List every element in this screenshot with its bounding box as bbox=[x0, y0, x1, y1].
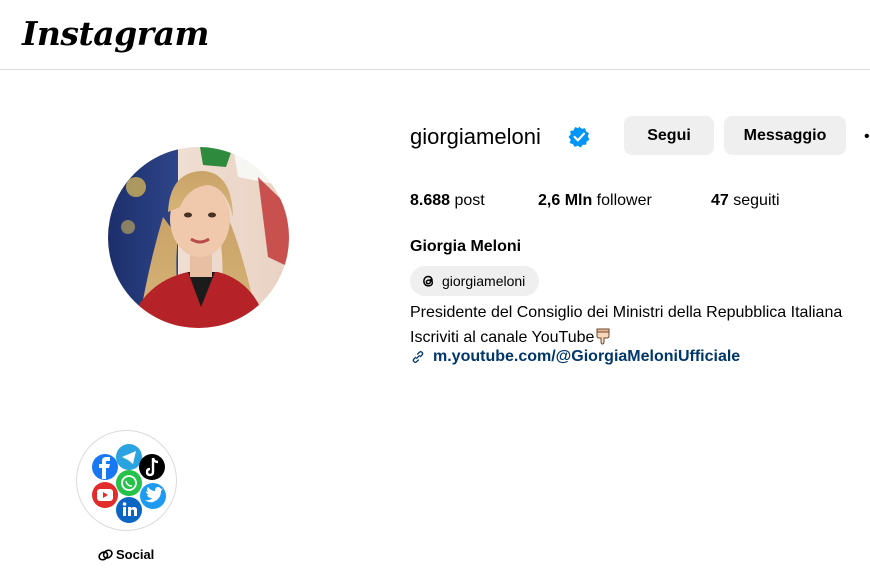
following-count[interactable]: 47 seguiti bbox=[711, 192, 780, 210]
following-count-label: seguiti bbox=[728, 192, 780, 209]
tiktok-icon bbox=[139, 454, 165, 480]
instagram-logo[interactable]: Instagram bbox=[22, 14, 209, 53]
following-count-value: 47 bbox=[711, 192, 729, 209]
highlight-label[interactable]: Social bbox=[98, 547, 154, 562]
highlight-label-text: Social bbox=[116, 547, 155, 562]
bio-line: Iscriviti al canale YouTube bbox=[410, 327, 611, 347]
more-options-icon[interactable]: • bbox=[864, 128, 870, 146]
link-icon bbox=[412, 351, 424, 363]
profile-link[interactable]: m.youtube.com/@GiorgiaMeloniUfficiale bbox=[410, 348, 740, 366]
facebook-icon bbox=[92, 454, 118, 480]
story-highlight-social[interactable] bbox=[76, 430, 177, 531]
youtube-icon bbox=[92, 482, 118, 508]
followers-count[interactable]: 2,6 Mln follower bbox=[538, 192, 652, 210]
telegram-icon bbox=[116, 444, 142, 470]
posts-count: 8.688 post bbox=[410, 192, 485, 210]
profile-link-text[interactable]: m.youtube.com/@GiorgiaMeloniUfficiale bbox=[433, 348, 740, 366]
threads-handle: giorgiameloni bbox=[442, 273, 526, 289]
bio-line: Presidente del Consiglio dei Ministri de… bbox=[410, 304, 843, 321]
whatsapp-icon bbox=[116, 470, 142, 496]
bio-line-text: Iscriviti al canale YouTube bbox=[410, 329, 595, 346]
chain-link-icon bbox=[98, 548, 113, 561]
threads-badge[interactable]: giorgiameloni bbox=[410, 266, 539, 296]
social-icons-cluster bbox=[92, 444, 166, 523]
profile-full-name: Giorgia Meloni bbox=[410, 238, 522, 255]
threads-icon bbox=[423, 275, 434, 287]
twitter-icon bbox=[140, 483, 166, 509]
verified-badge-icon bbox=[568, 126, 590, 148]
message-button[interactable]: Messaggio bbox=[724, 116, 846, 155]
pointing-down-emoji bbox=[596, 328, 610, 345]
highlight-cover bbox=[80, 434, 173, 527]
followers-count-value: 2,6 Mln bbox=[538, 192, 593, 209]
followers-count-label: follower bbox=[592, 192, 652, 209]
linkedin-icon bbox=[116, 497, 142, 523]
profile-avatar[interactable] bbox=[108, 147, 289, 328]
profile-photo bbox=[108, 147, 289, 328]
profile-username: giorgiameloni bbox=[410, 124, 541, 149]
follow-button[interactable]: Segui bbox=[624, 116, 714, 155]
posts-count-label: post bbox=[450, 192, 485, 209]
posts-count-value: 8.688 bbox=[410, 192, 451, 209]
top-navigation-bar: Instagram bbox=[0, 0, 870, 70]
